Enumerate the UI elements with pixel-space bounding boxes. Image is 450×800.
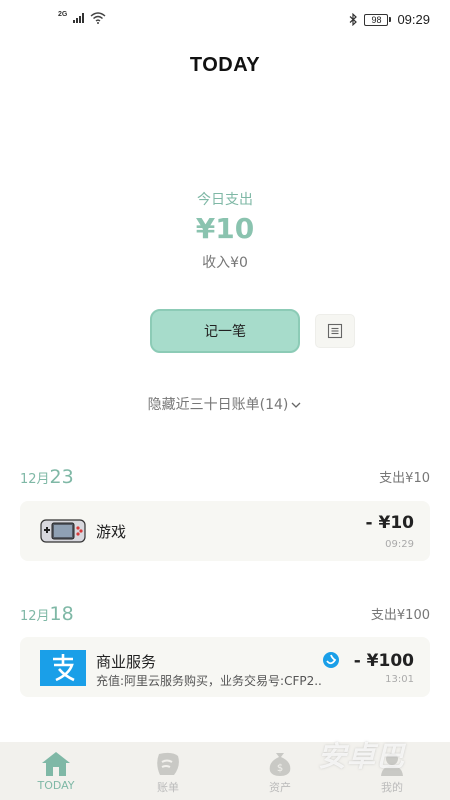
entry-amount: - ¥100 — [353, 651, 414, 671]
day-date: 12月23 — [20, 466, 74, 488]
day-header: 12月23 支出¥10 — [20, 464, 430, 488]
signal-icon — [73, 13, 85, 23]
wifi-icon — [90, 12, 106, 24]
nav-label: 账单 — [157, 781, 179, 794]
entry-title: 游戏 — [96, 523, 127, 541]
page-title: TODAY — [189, 54, 261, 76]
entry-time: 13:01 — [385, 674, 414, 685]
entry-time: 09:29 — [385, 539, 414, 550]
list-view-button[interactable] — [315, 314, 355, 348]
entry-description: 充值:阿里云服务购买，业务交易号:CFP2.. — [96, 674, 322, 688]
money-bag-icon: $ — [269, 753, 291, 776]
list-item[interactable]: 商业服务 充值:阿里云服务购买，业务交易号:CFP2.. - ¥100 13:0… — [20, 637, 430, 697]
nav-label: TODAY — [37, 779, 75, 792]
status-left: 2G — [58, 10, 106, 24]
battery-level: 98 — [364, 13, 389, 26]
game-console-icon — [40, 519, 86, 543]
add-record-button[interactable]: 记一笔 — [150, 309, 300, 353]
payment-method-icon — [323, 652, 339, 668]
network-type: 2G — [58, 10, 68, 18]
today-expense-label: 今日支出 — [197, 192, 253, 208]
toggle-history-button[interactable]: 隐藏近三十日账单(14) — [0, 394, 450, 414]
day-total: 支出¥10 — [379, 471, 430, 486]
bluetooth-icon — [350, 13, 358, 26]
status-right: 98 09:29 — [349, 12, 430, 27]
entry-title: 商业服务 — [96, 653, 157, 671]
bill-icon — [157, 752, 179, 775]
day-total: 支出¥100 — [370, 608, 430, 623]
nav-item-today[interactable]: TODAY — [0, 742, 112, 800]
watermark: 安卓巴 — [318, 740, 406, 773]
list-icon — [327, 323, 343, 339]
home-icon — [42, 752, 70, 776]
today-income: 收入¥0 — [202, 255, 248, 271]
nav-label: 资产 — [269, 781, 291, 794]
nav-item-bill[interactable]: 账单 — [112, 742, 224, 800]
battery-icon: 98 — [364, 13, 392, 26]
svg-text:$: $ — [277, 763, 283, 774]
chevron-down-icon — [291, 402, 301, 408]
list-item[interactable]: 游戏 - ¥10 09:29 — [20, 501, 430, 561]
day-header: 12月18 支出¥100 — [20, 601, 430, 625]
day-date: 12月18 — [20, 603, 74, 625]
entry-amount: - ¥10 — [365, 513, 414, 533]
status-bar: 2G 98 09:29 — [0, 0, 450, 40]
today-expense-amount: ¥10 — [195, 212, 255, 245]
nav-label: 我的 — [381, 781, 403, 794]
alipay-icon — [40, 650, 86, 686]
toggle-history-label: 隐藏近三十日账单(14) — [147, 397, 289, 413]
clock: 09:29 — [397, 12, 430, 27]
